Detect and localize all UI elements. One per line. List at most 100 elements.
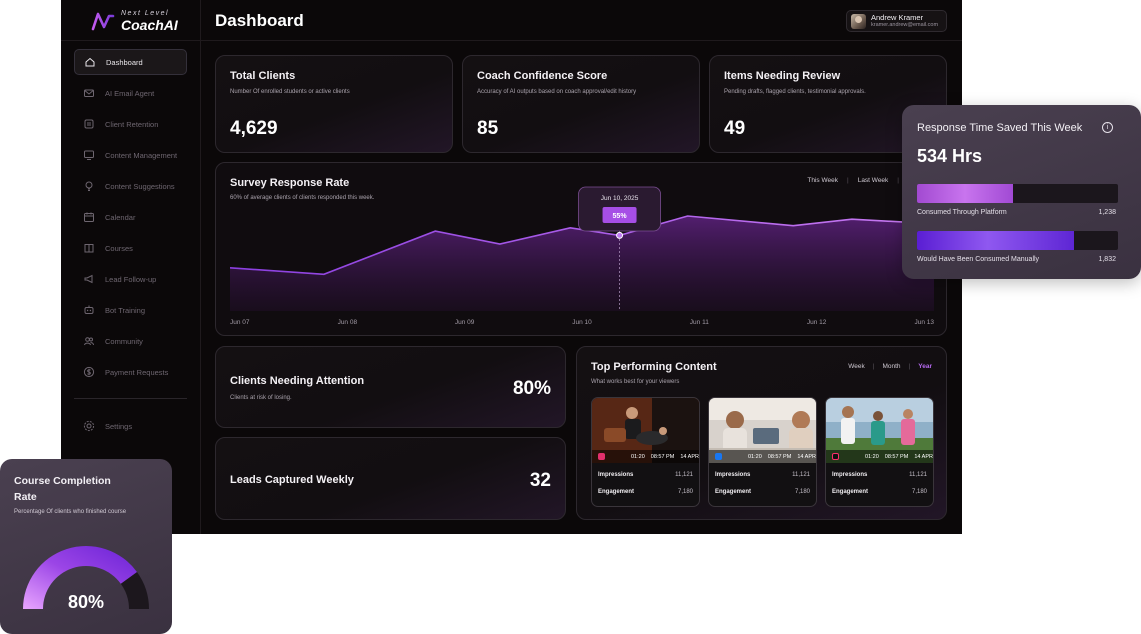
period-tabs: Week | Month | Year	[848, 363, 932, 370]
info-icon[interactable]: i	[1102, 122, 1113, 133]
gear-icon	[83, 420, 95, 432]
card-subtitle: Number Of enrolled students or active cl…	[230, 89, 350, 95]
impressions-value: 11,121	[909, 472, 927, 478]
engagement-label: Engagement	[598, 489, 635, 495]
bot-icon	[83, 304, 95, 316]
video-duration: 01:20	[748, 453, 762, 460]
sidebar-item-content-suggestions[interactable]: Content Suggestions	[74, 173, 187, 199]
sidebar-item-label: Content Management	[105, 150, 178, 160]
tab-week[interactable]: Week	[848, 363, 865, 370]
sidebar-item-label: Content Suggestions	[105, 181, 175, 191]
card-subtitle: Accuracy of AI outputs based on coach ap…	[477, 89, 637, 95]
engagement-value: 7,180	[794, 489, 810, 495]
mail-icon	[83, 87, 95, 99]
course-completion-card: Course Completion Rate Percentage Of cli…	[0, 459, 172, 634]
sidebar-item-courses[interactable]: Courses	[74, 235, 187, 261]
sidebar-item-client-retention[interactable]: Client Retention	[74, 111, 187, 137]
content-icon	[83, 149, 95, 161]
sidebar-divider	[61, 40, 201, 41]
video-time: 08:57 PM	[884, 453, 909, 460]
page-title: Dashboard	[215, 11, 304, 30]
instagram-icon	[598, 453, 605, 460]
impressions-value: 11,121	[792, 472, 810, 478]
card-subtitle: Pending drafts, flagged clients, testimo…	[724, 89, 866, 95]
sidebar-item-label: Community	[105, 336, 143, 346]
leads-captured-card: Leads Captured Weekly 32	[215, 437, 566, 520]
app-logo[interactable]: Next Level CoachAI	[91, 10, 178, 32]
video-date: 14 APR	[680, 453, 699, 460]
gauge-value: 80%	[67, 592, 105, 612]
card-subtitle: Clients at risk of losing.	[230, 395, 292, 401]
video-duration: 01:20	[631, 453, 645, 460]
tooltip-value: 55%	[613, 213, 628, 220]
stat-card-total-clients: Total Clients Number Of enrolled student…	[215, 55, 453, 153]
logo-tagline: Next Level	[121, 10, 170, 17]
survey-line-chart[interactable]: Jun 10, 2025 55% Jun 07 Jun 08 Jun 09 Jun 10 J…	[230, 163, 934, 337]
stat-card-coach-confidence: Coach Confidence Score Accuracy of AI ou…	[462, 55, 700, 153]
impressions-value: 11,121	[675, 472, 693, 478]
tab-separator: |	[872, 363, 875, 370]
home-icon	[84, 56, 96, 68]
bar-label: Would Have Been Consumed Manually	[917, 256, 1040, 263]
sidebar-item-label: Bot Training	[105, 305, 146, 315]
x-tick-label: Jun 13	[914, 319, 934, 326]
impressions-label: Impressions	[715, 472, 751, 478]
sidebar-item-label: Payment Requests	[105, 367, 169, 377]
bar-value: 1,832	[1098, 256, 1116, 263]
engagement-label: Engagement	[715, 489, 752, 495]
tab-year[interactable]: Year	[918, 363, 932, 370]
sidebar-item-payment-requests[interactable]: Payment Requests	[74, 359, 187, 385]
sidebar-item-label: Calendar	[105, 212, 136, 222]
engagement-value: 7,180	[911, 489, 927, 495]
sidebar-item-community[interactable]: Community	[74, 328, 187, 354]
book-icon	[83, 242, 95, 254]
avatar	[851, 13, 866, 29]
lightbulb-icon	[83, 180, 95, 192]
sidebar-item-settings[interactable]: Settings	[74, 413, 187, 439]
x-tick-label: Jun 12	[807, 319, 827, 326]
card-title: Response Time Saved This Week	[917, 122, 1083, 134]
card-subtitle: Percentage Of clients who finished cours…	[14, 509, 127, 515]
tab-month[interactable]: Month	[882, 363, 900, 370]
x-tick-label: Jun 09	[455, 319, 475, 326]
engagement-label: Engagement	[832, 489, 869, 495]
sidebar-item-ai-email-agent[interactable]: AI Email Agent	[74, 80, 187, 106]
video-card[interactable]: 01:20 08:57 PM 14 APR Impressions 11,121 …	[591, 397, 700, 507]
user-menu[interactable]: Andrew Kramer kramer.andrew@email.com	[846, 10, 947, 32]
x-tick-label: Jun 10	[572, 319, 592, 326]
x-tick-label: Jun 07	[230, 319, 250, 326]
video-card[interactable]: 01:20 08:57 PM 14 APR Impressions 11,121 …	[708, 397, 817, 507]
sidebar-item-lead-follow-up[interactable]: Lead Follow-up	[74, 266, 187, 292]
sidebar-item-content-management[interactable]: Content Management	[74, 142, 187, 168]
sidebar-divider	[74, 398, 187, 399]
tooltip-date: Jun 10, 2025	[601, 195, 639, 202]
sidebar-item-calendar[interactable]: Calendar	[74, 204, 187, 230]
community-icon	[83, 335, 95, 347]
calendar-icon	[83, 211, 95, 223]
impressions-label: Impressions	[832, 472, 868, 478]
retention-icon	[83, 118, 95, 130]
tiktok-icon	[832, 453, 839, 460]
card-value: 49	[724, 118, 746, 139]
progress-bar-manual	[917, 231, 1118, 250]
sidebar-item-label: Client Retention	[105, 119, 159, 129]
impressions-label: Impressions	[598, 472, 634, 478]
user-name: Andrew Kramer	[871, 12, 924, 22]
highlight-point[interactable]	[616, 231, 624, 239]
top-header: Dashboard Andrew Kramer kramer.andrew@em…	[201, 0, 962, 41]
sidebar-item-label: Dashboard	[106, 57, 143, 67]
dollar-icon	[83, 366, 95, 378]
video-card[interactable]: 01:20 08:57 PM 14 APR Impressions 11,121 …	[825, 397, 934, 507]
logo-mark-icon	[91, 12, 115, 31]
sidebar-item-dashboard[interactable]: Dashboard	[74, 49, 187, 75]
bar-value: 1,238	[1098, 209, 1116, 216]
clients-attention-card: Clients Needing Attention Clients at ris…	[215, 346, 566, 428]
video-meta-bar: 01:20 08:57 PM 14 APR	[592, 450, 699, 463]
video-meta-bar: 01:20 08:57 PM 14 APR	[826, 450, 933, 463]
sidebar-item-bot-training[interactable]: Bot Training	[74, 297, 187, 323]
megaphone-icon	[83, 273, 95, 285]
card-value: 32	[529, 470, 551, 491]
video-time: 08:57 PM	[650, 453, 675, 460]
progress-bar-platform	[917, 184, 1118, 203]
card-subtitle: What works best for your viewers	[591, 379, 680, 385]
